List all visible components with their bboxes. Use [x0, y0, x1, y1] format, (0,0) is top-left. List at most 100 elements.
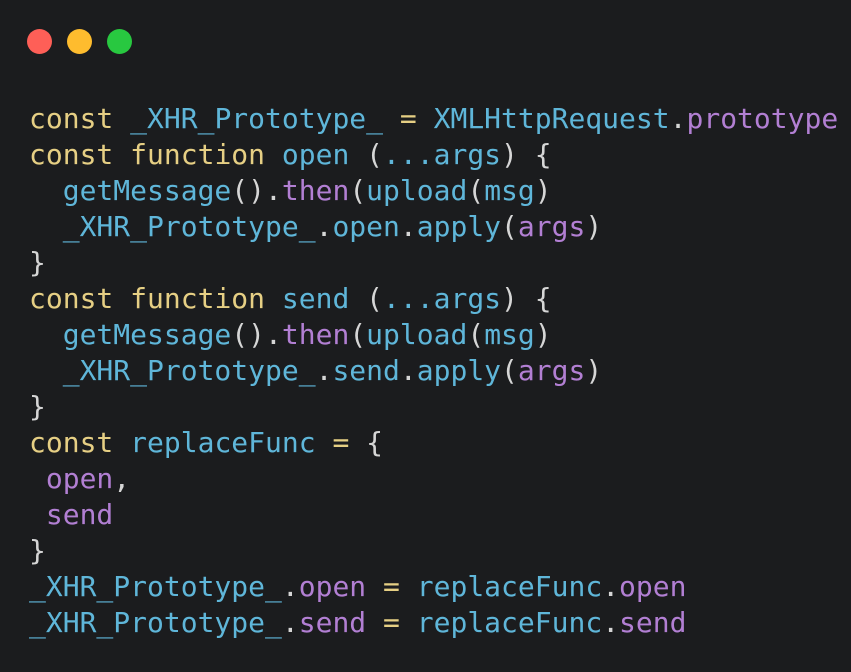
code-token: open: [332, 210, 400, 243]
code-token: .: [315, 210, 333, 243]
code-token: args: [517, 210, 586, 243]
code-token: function: [130, 138, 266, 171]
code-token: send: [281, 282, 350, 315]
code-token: ): [585, 210, 603, 243]
code-token: const: [29, 426, 114, 459]
code-token: then: [281, 318, 350, 351]
code-token: apply: [416, 210, 502, 243]
code-token: ...args: [383, 138, 502, 171]
close-button[interactable]: [27, 29, 52, 54]
code-token: prototype: [686, 102, 839, 135]
code-token: ,: [113, 462, 131, 495]
code-token: send: [619, 606, 687, 639]
code-line: }: [29, 533, 838, 569]
code-token: }: [29, 390, 46, 423]
code-line: _XHR_Prototype_.open = replaceFunc.open: [29, 569, 838, 605]
code-token: open: [45, 462, 114, 495]
code-token: const: [29, 282, 114, 315]
code-token: replaceFunc: [130, 426, 316, 459]
code-token: ): [534, 174, 552, 207]
code-line: const function open (...args) {: [29, 137, 838, 173]
code-token: .: [669, 102, 687, 135]
code-token: then: [281, 174, 350, 207]
code-line: send: [29, 497, 838, 533]
code-token: _XHR_Prototype_: [29, 570, 282, 603]
code-token: =: [383, 570, 400, 603]
code-line: const _XHR_Prototype_ = XMLHttpRequest.p…: [29, 101, 838, 137]
code-line: open,: [29, 461, 838, 497]
code-token: apply: [416, 354, 502, 387]
code-token: open: [298, 570, 367, 603]
code-token: (: [349, 174, 367, 207]
code-token: _XHR_Prototype_: [29, 606, 282, 639]
window-controls: [27, 29, 132, 54]
code-token: ): [534, 318, 552, 351]
code-token: ().: [231, 174, 282, 207]
code-token: (: [501, 354, 518, 387]
code-token: function: [130, 282, 266, 315]
code-token: ) {: [501, 282, 552, 315]
code-token: open: [281, 138, 350, 171]
code-block: const _XHR_Prototype_ = XMLHttpRequest.p…: [29, 101, 838, 641]
code-token: .: [602, 606, 620, 639]
code-token: .: [399, 354, 417, 387]
code-token: _XHR_Prototype_: [62, 210, 316, 243]
code-token: _XHR_Prototype_: [62, 354, 316, 387]
code-token: .: [281, 570, 299, 603]
code-token: send: [332, 354, 400, 387]
code-token: msg: [484, 318, 535, 351]
code-token: =: [399, 102, 417, 135]
minimize-button[interactable]: [67, 29, 92, 54]
code-token: .: [602, 570, 620, 603]
code-token: ): [585, 354, 603, 387]
maximize-button[interactable]: [107, 29, 132, 54]
code-token: .: [399, 210, 417, 243]
code-token: send: [298, 606, 367, 639]
code-token: replaceFunc: [416, 606, 603, 639]
code-token: }: [29, 534, 46, 567]
code-token: msg: [484, 174, 535, 207]
code-token: (: [349, 138, 384, 171]
code-line: _XHR_Prototype_.send = replaceFunc.send: [29, 605, 838, 641]
code-token: const: [29, 102, 114, 135]
code-token: (: [501, 210, 518, 243]
code-line: }: [29, 389, 838, 425]
code-line: }: [29, 245, 838, 281]
code-token: (: [349, 318, 367, 351]
code-token: (: [467, 174, 485, 207]
code-token: getMessage: [62, 174, 232, 207]
code-token: upload: [366, 318, 468, 351]
code-token: XMLHttpRequest: [433, 102, 670, 135]
code-line: const function send (...args) {: [29, 281, 838, 317]
code-line: getMessage().then(upload(msg): [29, 317, 838, 353]
code-token: ...args: [383, 282, 502, 315]
code-line: _XHR_Prototype_.send.apply(args): [29, 353, 838, 389]
code-token: open: [619, 570, 687, 603]
code-token: .: [281, 606, 299, 639]
code-line: _XHR_Prototype_.open.apply(args): [29, 209, 838, 245]
code-line: const replaceFunc = {: [29, 425, 838, 461]
code-token: replaceFunc: [416, 570, 603, 603]
code-window: const _XHR_Prototype_ = XMLHttpRequest.p…: [0, 0, 851, 672]
code-token: ) {: [501, 138, 552, 171]
code-token: =: [383, 606, 400, 639]
code-token: getMessage: [62, 318, 232, 351]
code-token: const: [29, 138, 114, 171]
code-token: _XHR_Prototype_: [130, 102, 384, 135]
